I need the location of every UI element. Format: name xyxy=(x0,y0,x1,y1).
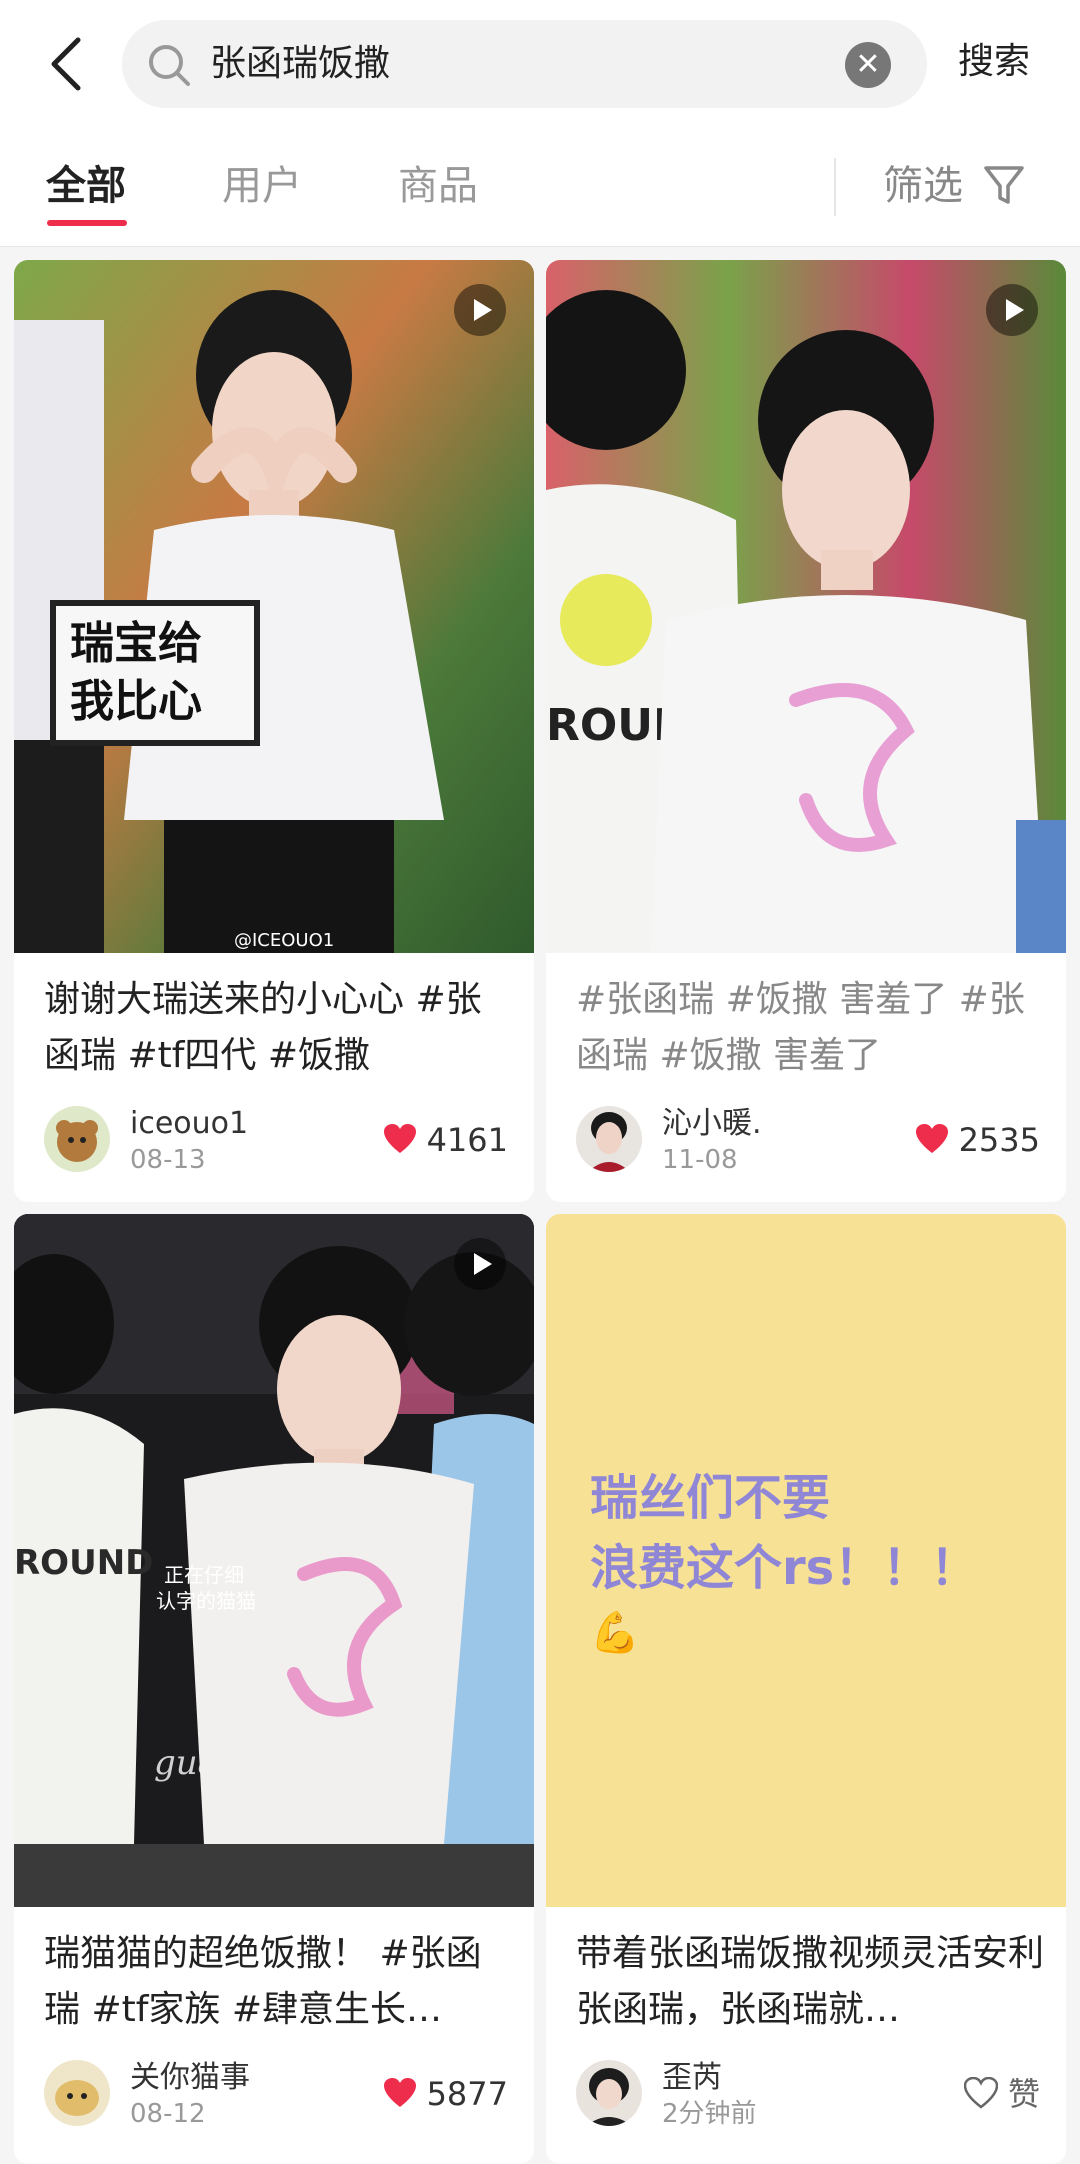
top-bar: 张函瑞饭撒 ✕ 搜索 xyxy=(0,0,1080,128)
back-arrow-icon[interactable] xyxy=(40,30,100,98)
like-button[interactable]: 4161 xyxy=(383,1120,508,1160)
user-avatar[interactable] xyxy=(44,1106,110,1172)
note-caption[interactable]: 谢谢大瑞送来的小心心 #张函瑞 #tf四代 #饭撒 xyxy=(44,972,514,1084)
like-button[interactable]: 2535 xyxy=(915,1120,1040,1160)
note-cover-image[interactable]: 瑞丝们不要 浪费这个rs！！！ 💪 xyxy=(546,1214,1066,1907)
user-name[interactable]: iceouo1 xyxy=(130,1106,248,1142)
note-card[interactable]: 瑞丝们不要 浪费这个rs！！！ 💪 带着张函瑞饭撒视频灵活安利张函瑞，张函瑞就…… xyxy=(546,1214,1066,2164)
like-count: 4161 xyxy=(426,1121,508,1159)
video-thumbnail[interactable]: ROUND xyxy=(546,260,1066,953)
note-card[interactable]: 瑞宝给 我比心 @ICEOUO1 谢谢大瑞送来的小心心 #张函瑞 #tf四代 #… xyxy=(14,260,534,1202)
filter-button[interactable]: 筛选 xyxy=(883,158,963,214)
image-watermark: guannimaoshi xyxy=(154,1743,396,1783)
user-avatar[interactable] xyxy=(576,2060,642,2126)
like-count: 5877 xyxy=(426,2075,508,2113)
note-card[interactable]: ROUND 正在仔细 认字的猫猫 guannimaoshi 瑞猫猫的超绝饭撒！ … xyxy=(14,1214,534,2164)
video-play-icon xyxy=(454,1238,506,1290)
video-thumbnail[interactable]: ROUND 正在仔细 认字的猫猫 guannimaoshi xyxy=(14,1214,534,1907)
tab-users[interactable]: 用户 xyxy=(222,158,302,214)
image-watermark: @ICEOUO1 xyxy=(234,930,334,951)
filter-icon[interactable] xyxy=(983,164,1025,208)
user-name[interactable]: 沁小暖. xyxy=(662,1106,762,1142)
heart-filled-icon xyxy=(383,1124,416,1153)
like-count: 2535 xyxy=(958,1121,1040,1159)
video-play-icon xyxy=(986,284,1038,336)
user-name[interactable]: 关你猫事 xyxy=(130,2060,250,2096)
svg-text:认字的猫猫: 认字的猫猫 xyxy=(156,1589,256,1613)
video-thumbnail[interactable]: 瑞宝给 我比心 @ICEOUO1 xyxy=(14,260,534,953)
tab-all[interactable]: 全部 xyxy=(46,158,126,214)
tab-products[interactable]: 商品 xyxy=(398,158,478,214)
note-card[interactable]: ROUND #张函瑞 #饭撒 害羞了 #张函瑞 #饭撒 害羞了 沁小暖. 11-… xyxy=(546,260,1066,1202)
search-button[interactable]: 搜索 xyxy=(958,34,1030,90)
flexed-biceps-icon: 💪 xyxy=(590,1609,640,1656)
search-bar[interactable]: 张函瑞饭撒 ✕ xyxy=(122,20,927,108)
user-avatar[interactable] xyxy=(576,1106,642,1172)
svg-text:我比心: 我比心 xyxy=(70,676,202,727)
image-caption-text: 正在仔细 xyxy=(164,1563,244,1587)
cover-text-line1: 瑞丝们不要 xyxy=(590,1470,830,1526)
tab-divider xyxy=(834,158,836,216)
search-input[interactable]: 张函瑞饭撒 xyxy=(210,40,390,88)
heart-outline-icon xyxy=(963,2077,998,2109)
image-shirt-text: ROUND xyxy=(14,1543,153,1583)
search-icon xyxy=(149,45,190,86)
image-sticker-text: 瑞宝给 xyxy=(70,618,202,669)
tab-bar: 全部 用户 商品 筛选 xyxy=(0,128,1080,247)
user-avatar[interactable] xyxy=(44,2060,110,2126)
post-date: 08-12 xyxy=(130,2099,206,2129)
note-caption[interactable]: #张函瑞 #饭撒 害羞了 #张函瑞 #饭撒 害羞了 xyxy=(576,972,1046,1084)
video-play-icon xyxy=(454,284,506,336)
post-date: 11-08 xyxy=(662,1145,738,1175)
like-label: 赞 xyxy=(1007,2075,1040,2113)
like-button[interactable]: 赞 xyxy=(963,2074,1040,2114)
note-caption[interactable]: 带着张函瑞饭撒视频灵活安利张函瑞，张函瑞就… xyxy=(576,1926,1046,2038)
user-name[interactable]: 歪芮 xyxy=(662,2060,722,2096)
heart-filled-icon xyxy=(383,2078,416,2107)
clear-search-icon[interactable]: ✕ xyxy=(845,42,891,88)
like-button[interactable]: 5877 xyxy=(383,2074,508,2114)
note-caption[interactable]: 瑞猫猫的超绝饭撒！ #张函瑞 #tf家族 #肆意生长… xyxy=(44,1926,514,2038)
cover-text-line2: 浪费这个rs！！！ xyxy=(590,1540,978,1596)
active-tab-indicator xyxy=(47,220,127,226)
post-date: 08-13 xyxy=(130,1145,206,1175)
post-date: 2分钟前 xyxy=(662,2099,757,2129)
heart-filled-icon xyxy=(915,1124,948,1153)
